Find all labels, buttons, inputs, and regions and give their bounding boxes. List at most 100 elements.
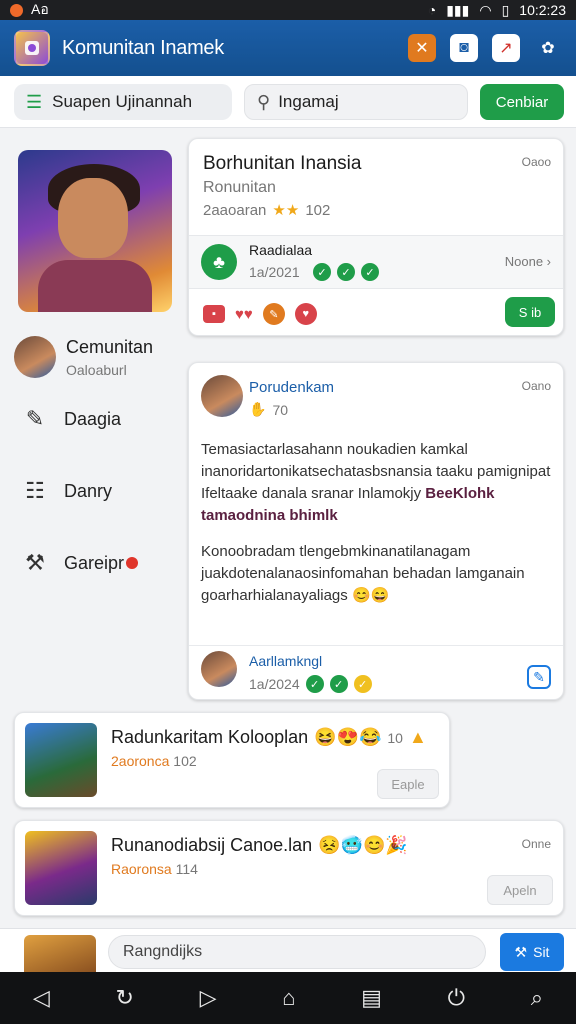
list-item-title: Radunkaritam Kolooplan <box>111 727 309 747</box>
list-item[interactable]: Runanodiabsij Canoe.lan 😣🥶😊🎉 Onne Raoron… <box>14 820 564 916</box>
star-icon: ★★ <box>272 202 300 219</box>
list-item-meta-a: Raoronsa <box>111 861 172 877</box>
list-item-title-row: Radunkaritam Kolooplan 😆😍😂 10 ▲ <box>111 727 427 748</box>
menu-icon: ☰ <box>26 91 43 112</box>
menu-filter-label: Suapen Ujinannah <box>52 92 193 111</box>
post-text-1: Temasiactarlasahann noukadien kamkal ina… <box>201 441 551 480</box>
list-item-corner: Onne <box>521 837 551 851</box>
badge-icon: ✓ <box>313 263 331 281</box>
post-corner: Oano <box>521 379 551 393</box>
avatar[interactable] <box>201 651 237 687</box>
community-actions: ▪ ♥♥ ✎ ♥ <box>203 303 317 325</box>
center-button[interactable]: Cenbiar <box>480 84 564 120</box>
sidebar-item-label: Danry <box>64 480 113 501</box>
hammer-icon: ⚒ <box>25 550 45 575</box>
profile-sub: Oaloaburl <box>66 361 127 378</box>
post-text-2-row: Ifeltaake danala sranar Inlamokjy BeeKlo… <box>201 483 553 527</box>
badge-icon: ✓ <box>353 675 372 693</box>
document-icon: ☷ <box>25 478 45 503</box>
list-item-button[interactable]: Eaple <box>377 769 439 799</box>
send-button[interactable]: ⚒ Sit <box>500 933 564 971</box>
app-logo-icon[interactable] <box>14 30 50 66</box>
hero-image <box>18 150 172 312</box>
post-text-2: Ifeltaake danala sranar Inlamokjy <box>201 485 422 502</box>
community-subrow[interactable]: ♣ Raadialaa 1a/2021 ✓ ✓ ✓ Noone › <box>189 235 563 289</box>
pencil-icon[interactable]: ✎ <box>262 303 285 325</box>
list-item-count: 10 <box>387 729 403 746</box>
sub-right[interactable]: Noone › <box>505 254 551 269</box>
post-footer-name[interactable]: Aarllamkngl <box>249 653 322 669</box>
flag-icon[interactable]: ▪ <box>203 305 225 323</box>
status-bar: Aอ ◔ ▮▮▮ ◠ ▯ 10:2:23 <box>0 0 576 20</box>
list-item-button[interactable]: Apeln <box>487 875 553 905</box>
post-text-3-row: Konoobradam tlengebmkinanatilanagam juak… <box>201 541 553 607</box>
post-card[interactable]: Porudenkam Oano ✋ 70 Temasiactarlasahann… <box>188 362 564 700</box>
wifi-icon: ◠ <box>479 1 492 18</box>
back-icon[interactable]: ◁ <box>33 985 50 1011</box>
search-nav-icon[interactable]: ⌕ <box>531 985 543 1011</box>
wrench-icon: ⚒ <box>514 943 528 960</box>
app-title: Komunitan Inamek <box>62 36 224 59</box>
list-item[interactable]: Radunkaritam Kolooplan 😆😍😂 10 ▲ 2aoronca… <box>14 712 450 808</box>
edit-icon[interactable]: ✎ <box>527 665 551 689</box>
list-item-title-row: Runanodiabsij Canoe.lan 😣🥶😊🎉 <box>111 835 408 856</box>
sidebar-item-1[interactable]: ☷ Danry <box>20 476 112 506</box>
system-nav-bar: ◁ ↻ ▷ ⌂ ▤ ⏻ ⌕ <box>0 972 576 1024</box>
tray-icon[interactable]: ▤ <box>361 985 382 1011</box>
clap-icon: ✋ <box>249 401 267 417</box>
sidebar-item-label: Daagia <box>64 408 122 429</box>
like-icon[interactable]: ♥ <box>294 303 317 325</box>
sidebar-item-2[interactable]: ⚒ Gareipr <box>20 548 139 578</box>
menu-filter[interactable]: ☰ Suapen Ujinannah <box>14 84 232 120</box>
emoji-icon: 😊😄 <box>351 587 390 604</box>
post-reactions[interactable]: ✋ 70 <box>249 401 288 418</box>
join-button[interactable]: S ib <box>505 297 555 327</box>
community-subtitle: Ronunitan <box>203 179 276 196</box>
community-count: 102 <box>305 201 331 219</box>
thumbnail <box>25 723 97 797</box>
profile-row[interactable]: Cemunitan Oaloaburl <box>14 336 153 378</box>
status-time: 10:2:23 <box>519 2 566 18</box>
avatar[interactable] <box>201 375 243 417</box>
community-meta: 2aaoaran ★★ 102 <box>203 201 331 220</box>
sidebar-item-label: Gareipr <box>64 552 125 573</box>
list-item-meta-b: 114 <box>175 861 198 877</box>
battery-icon: ▯ <box>501 1 510 18</box>
post-body: Temasiactarlasahann noukadien kamkal ina… <box>201 439 553 607</box>
warning-icon: ▲ <box>408 727 427 747</box>
list-item-meta: Raoronsa 114 <box>111 861 198 877</box>
share-icon[interactable]: ↗ <box>492 34 520 62</box>
clock-icon: ◔ <box>427 2 437 18</box>
badge-icon: ✓ <box>337 263 355 281</box>
sub-meta: 1a/2021 <box>249 264 300 280</box>
badge-icon: ✓ <box>361 263 379 281</box>
heart-icon[interactable]: ♥♥ <box>235 306 253 323</box>
badge-icon: ✓ <box>305 675 324 693</box>
sidebar-item-0[interactable]: ✎ Daagia <box>20 404 121 434</box>
search-input[interactable]: Ingamaj <box>278 92 338 112</box>
sub-name: Raadialaa <box>249 242 313 258</box>
power-icon[interactable]: ⏻ <box>448 985 465 1011</box>
app-notification-icon <box>10 3 23 17</box>
send-label: Sit <box>533 944 550 960</box>
post-reaction-count: 70 <box>272 401 289 418</box>
status-app-label: Aอ <box>31 1 49 17</box>
refresh-icon[interactable]: ↻ <box>115 985 133 1011</box>
post-author[interactable]: Porudenkam <box>249 379 334 396</box>
post-footer-date: 1a/2024 <box>249 676 300 692</box>
tools-icon[interactable]: ✕ <box>408 34 436 62</box>
search-box[interactable]: ⚲ Ingamaj <box>244 84 468 120</box>
settings-icon[interactable]: ✿ <box>534 34 562 62</box>
list-item-title: Runanodiabsij Canoe.lan <box>111 835 313 855</box>
composer-input[interactable]: Rangndijks <box>108 935 486 969</box>
thumbnail <box>24 935 96 973</box>
app-bar: Komunitan Inamek ✕ ◙ ↗ ✿ <box>0 20 576 76</box>
pin-icon: ✎ <box>25 406 45 431</box>
camera-icon[interactable]: ◙ <box>450 34 478 62</box>
composer: Rangndijks ⚒ Sit <box>0 928 576 973</box>
dashboard-icon[interactable]: ⌂ <box>282 985 295 1011</box>
home-icon[interactable]: ▷ <box>200 985 217 1011</box>
community-card[interactable]: Borhunitan Inansia Oaoo Ronunitan 2aaoar… <box>188 138 564 336</box>
signal-icon: ▮▮▮ <box>446 1 470 18</box>
notification-dot-icon <box>126 557 139 569</box>
